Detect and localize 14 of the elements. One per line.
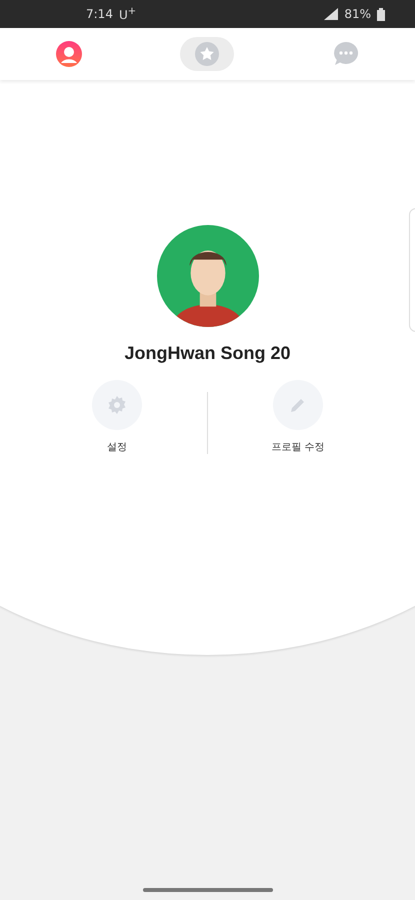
profile-icon — [56, 41, 82, 67]
gesture-bar[interactable] — [143, 888, 273, 892]
profile-name: JongHwan Song 20 — [124, 343, 291, 364]
signal-icon — [324, 8, 338, 20]
settings-icon — [107, 395, 127, 415]
tab[interactable] — [180, 37, 234, 71]
carrier-label: U$^{+}$ — [118, 6, 136, 22]
action-label: 설정 — [107, 441, 127, 454]
chat-icon — [332, 41, 359, 67]
action-label: 프로필 수정 — [271, 441, 325, 454]
battery-icon — [377, 8, 385, 20]
status-time: 7:14 — [86, 7, 113, 21]
battery-percent: 81% — [344, 7, 371, 21]
pencil-icon — [289, 396, 307, 414]
